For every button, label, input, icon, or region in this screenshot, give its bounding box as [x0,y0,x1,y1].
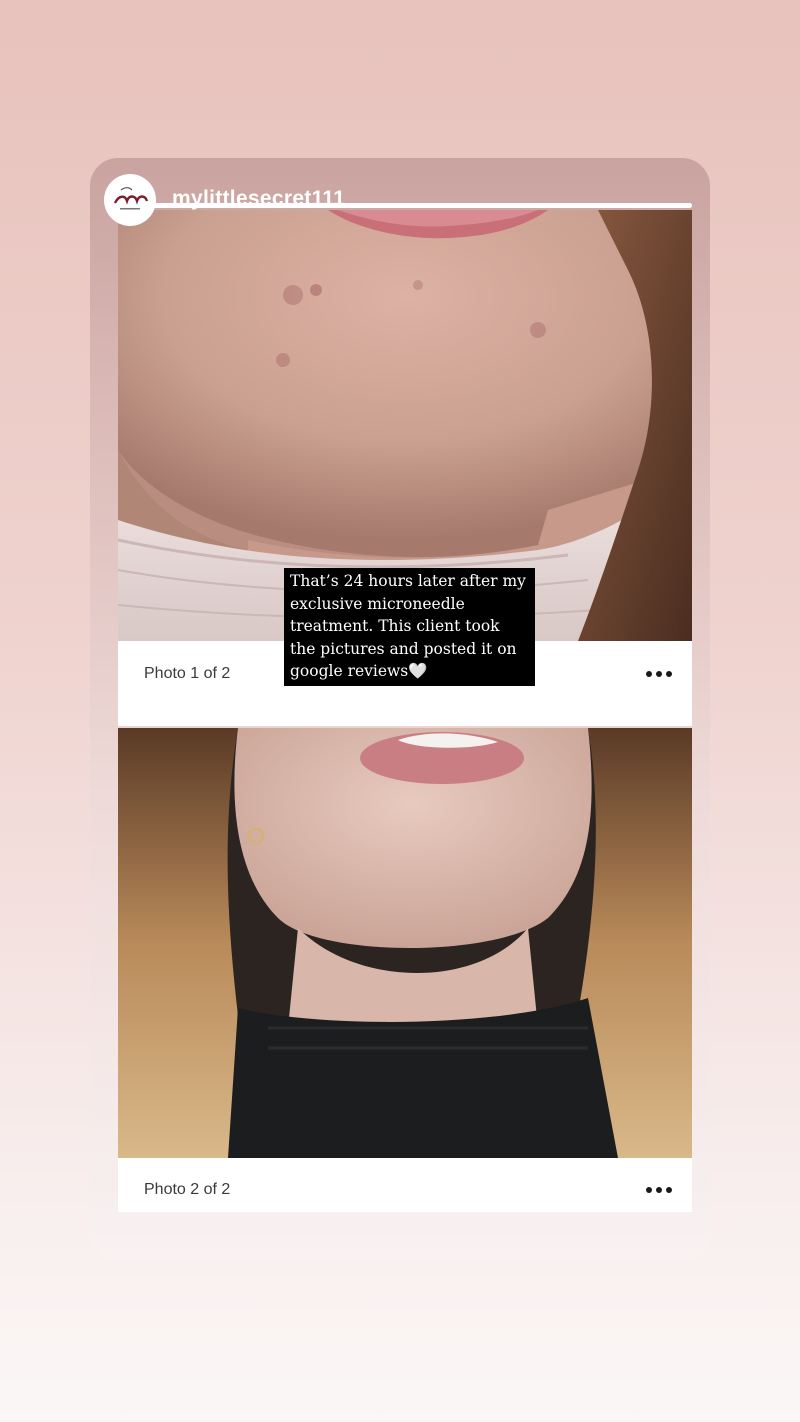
more-options-icon[interactable] [646,664,672,684]
photo-2-image [118,728,692,1158]
photo-2-caption: Photo 2 of 2 [144,1181,231,1198]
brand-logo-icon[interactable] [104,174,156,226]
photo-card-2[interactable]: Photo 2 of 2 [118,728,692,1212]
photo-1-caption: Photo 1 of 2 [144,665,231,682]
more-options-icon[interactable] [646,1180,672,1200]
story-username[interactable]: mylittlesecret111 [172,187,345,211]
story-text-overlay: That’s 24 hours later after my exclusive… [284,568,535,686]
